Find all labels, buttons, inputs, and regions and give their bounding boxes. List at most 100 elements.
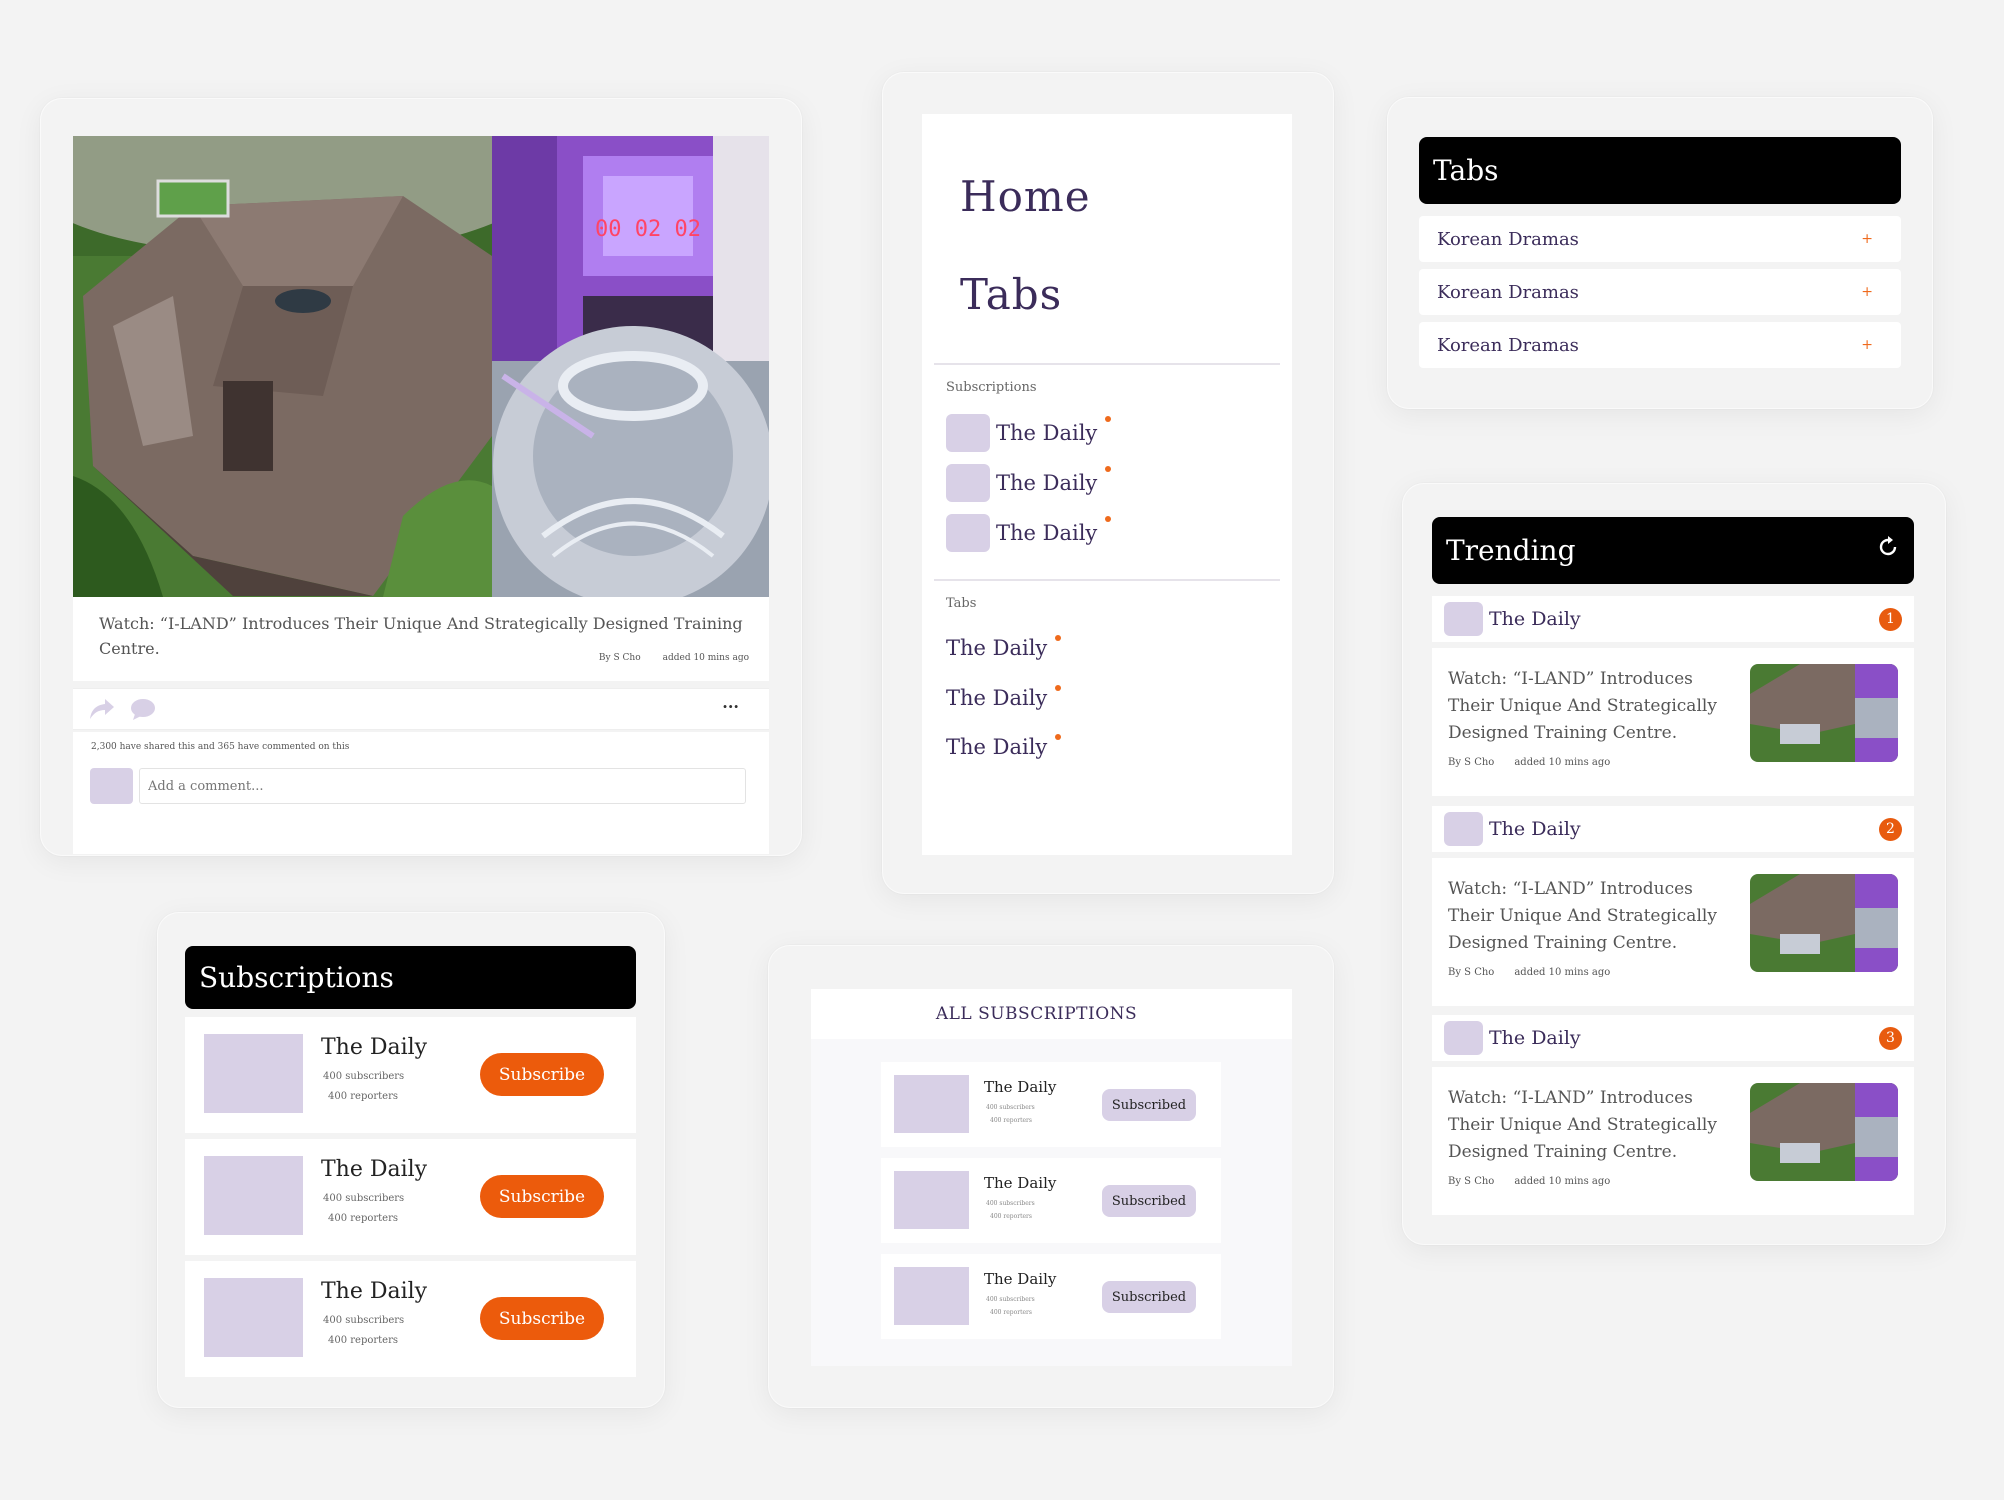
- countdown-display: 00 02 02: [595, 217, 701, 242]
- channel-thumbnail: [204, 1034, 303, 1113]
- rank-badge: 3: [1879, 1026, 1902, 1050]
- subscribe-button[interactable]: Subscribe: [480, 1297, 604, 1340]
- channel-name[interactable]: The Daily: [321, 1279, 427, 1304]
- plus-icon[interactable]: +: [1861, 231, 1873, 247]
- nav-subscription-item[interactable]: The Daily: [946, 464, 1112, 502]
- channel-thumbnail: [894, 1171, 969, 1229]
- article-thumbnail: [1750, 664, 1898, 762]
- article-author: By S Cho: [1448, 1176, 1495, 1187]
- channel-thumbnail: [204, 1156, 303, 1235]
- subscriptions-title: Subscriptions: [185, 946, 636, 1009]
- nav-tab-label: The Daily: [946, 636, 1048, 660]
- trending-article[interactable]: Watch: “I-LAND” Introduces Their Unique …: [1432, 648, 1914, 796]
- channel-thumbnail: [894, 1267, 969, 1325]
- tabs-panel: Tabs Korean Dramas + Korean Dramas + Kor…: [1387, 97, 1933, 409]
- notification-dot: [1055, 685, 1062, 691]
- reporter-count: 400 reporters: [990, 1117, 1033, 1124]
- all-subscriptions-list: ALL SUBSCRIPTIONS The Daily 400 subscrib…: [811, 989, 1292, 1366]
- subscribe-button[interactable]: Subscribe: [480, 1053, 604, 1096]
- channel-thumbnail: [204, 1278, 303, 1357]
- tab-row[interactable]: Korean Dramas +: [1419, 216, 1901, 262]
- subscription-row: The Daily 400 subscribers 400 reporters …: [185, 1261, 636, 1377]
- nav-subscription-label: The Daily: [996, 471, 1098, 495]
- channel-name[interactable]: The Daily: [321, 1035, 427, 1060]
- tab-row[interactable]: Korean Dramas +: [1419, 322, 1901, 368]
- post-image[interactable]: 00 02 02: [73, 136, 769, 597]
- subscriber-count: 400 subscribers: [986, 1104, 1035, 1111]
- channel-thumbnail: [894, 1075, 969, 1133]
- post-time: added 10 mins ago: [662, 653, 749, 663]
- trending-source: The Daily: [1489, 608, 1581, 630]
- channel-name[interactable]: The Daily: [984, 1174, 1056, 1192]
- share-icon[interactable]: [89, 697, 115, 725]
- nav-tab-label: The Daily: [946, 686, 1048, 710]
- trending-panel: Trending The Daily 1 Watch: “I-LAND” Int…: [1402, 483, 1946, 1245]
- article-author: By S Cho: [1448, 757, 1495, 768]
- notification-dot: [1105, 416, 1112, 422]
- rank-badge: 1: [1879, 607, 1902, 631]
- trending-article[interactable]: Watch: “I-LAND” Introduces Their Unique …: [1432, 858, 1914, 1006]
- nav-tabs-link[interactable]: Tabs: [960, 270, 1062, 319]
- comment-input[interactable]: [139, 768, 746, 804]
- tab-row-label: Korean Dramas: [1437, 281, 1579, 303]
- plus-icon[interactable]: +: [1861, 284, 1873, 300]
- notification-dot: [1055, 734, 1062, 740]
- notification-dot: [1105, 466, 1112, 472]
- subscribed-row: The Daily 400 subscribers 400 reporters …: [881, 1062, 1221, 1147]
- article-time: added 10 mins ago: [1514, 967, 1611, 978]
- more-options-icon[interactable]: ···: [722, 697, 739, 716]
- nav-tabs-label: Tabs: [946, 596, 977, 611]
- avatar: [1444, 812, 1483, 846]
- channel-name[interactable]: The Daily: [984, 1270, 1056, 1288]
- plus-icon[interactable]: +: [1861, 337, 1873, 353]
- reporter-count: 400 reporters: [328, 1213, 399, 1224]
- comment-avatar: [90, 768, 133, 804]
- subscriptions-panel: Subscriptions The Daily 400 subscribers …: [157, 912, 665, 1408]
- trending-source-row[interactable]: The Daily 2: [1432, 806, 1914, 852]
- subscriber-count: 400 subscribers: [323, 1315, 405, 1326]
- notification-dot: [1055, 635, 1062, 641]
- trending-article-title: Watch: “I-LAND” Introduces Their Unique …: [1448, 879, 1717, 953]
- nav-subscription-label: The Daily: [996, 521, 1098, 545]
- subscribed-button[interactable]: Subscribed: [1102, 1281, 1196, 1313]
- article-time: added 10 mins ago: [1514, 1176, 1611, 1187]
- channel-name[interactable]: The Daily: [321, 1157, 427, 1182]
- reporter-count: 400 reporters: [990, 1309, 1033, 1316]
- trending-title: Trending: [1446, 534, 1576, 567]
- article-time: added 10 mins ago: [1514, 757, 1611, 768]
- navigation-panel: Home Tabs Subscriptions The Daily The Da…: [882, 72, 1334, 894]
- nav-subscription-item[interactable]: The Daily: [946, 414, 1112, 452]
- subscribed-button[interactable]: Subscribed: [1102, 1185, 1196, 1217]
- avatar: [946, 514, 990, 552]
- refresh-icon[interactable]: [1876, 535, 1900, 566]
- nav-subscription-item[interactable]: The Daily: [946, 514, 1112, 552]
- subscription-row: The Daily 400 subscribers 400 reporters …: [185, 1017, 636, 1133]
- all-subscriptions-panel: ALL SUBSCRIPTIONS The Daily 400 subscrib…: [768, 945, 1334, 1408]
- post-stats-text: 2,300 have shared this and 365 have comm…: [91, 742, 350, 752]
- trending-source: The Daily: [1489, 1027, 1581, 1049]
- subscribed-row: The Daily 400 subscribers 400 reporters …: [881, 1254, 1221, 1339]
- channel-name[interactable]: The Daily: [984, 1078, 1056, 1096]
- trending-source-row[interactable]: The Daily 3: [1432, 1015, 1914, 1061]
- nav-home-link[interactable]: Home: [960, 172, 1091, 221]
- tab-row-label: Korean Dramas: [1437, 334, 1579, 356]
- post-author: By S Cho: [598, 653, 641, 663]
- tab-row[interactable]: Korean Dramas +: [1419, 269, 1901, 315]
- trending-article[interactable]: Watch: “I-LAND” Introduces Their Unique …: [1432, 1067, 1914, 1215]
- nav-subscription-label: The Daily: [996, 421, 1098, 445]
- trending-article-title: Watch: “I-LAND” Introduces Their Unique …: [1448, 1088, 1717, 1162]
- post-actions-bar: ···: [73, 688, 769, 730]
- comment-icon[interactable]: [130, 697, 156, 725]
- navigation-menu: Home Tabs Subscriptions The Daily The Da…: [922, 114, 1292, 855]
- nav-tab-item[interactable]: The Daily: [946, 734, 1062, 759]
- rank-badge: 2: [1879, 817, 1902, 841]
- article-thumbnail: [1750, 874, 1898, 972]
- trending-source-row[interactable]: The Daily 1: [1432, 596, 1914, 642]
- nav-tab-item[interactable]: The Daily: [946, 635, 1062, 660]
- subscribe-button[interactable]: Subscribe: [480, 1175, 604, 1218]
- subscribed-button[interactable]: Subscribed: [1102, 1089, 1196, 1121]
- subscriber-count: 400 subscribers: [986, 1200, 1035, 1207]
- avatar: [1444, 602, 1483, 636]
- nav-tab-item[interactable]: The Daily: [946, 685, 1062, 710]
- trending-article-title: Watch: “I-LAND” Introduces Their Unique …: [1448, 669, 1717, 743]
